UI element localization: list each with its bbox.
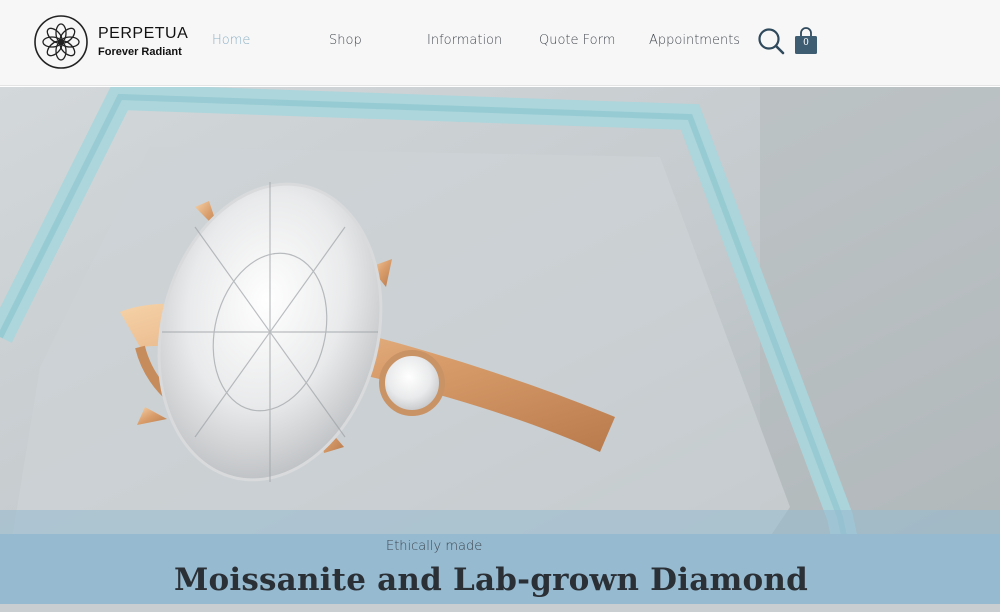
nav-information[interactable]: Information bbox=[427, 30, 502, 52]
caption-band-bottom bbox=[0, 604, 1000, 612]
hero-headline: Moissanite and Lab-grown Diamond bbox=[174, 562, 808, 598]
logo-flower-icon bbox=[34, 15, 88, 69]
site-header: PERPETUA Forever Radiant Home Shop Infor… bbox=[0, 0, 1000, 86]
brand-tagline: Forever Radiant bbox=[98, 46, 182, 58]
cart-button[interactable]: 0 bbox=[794, 27, 818, 55]
logo[interactable]: PERPETUA Forever Radiant bbox=[32, 12, 192, 72]
nav-appointments[interactable]: Appointments bbox=[649, 30, 740, 52]
hero-kicker: Ethically made bbox=[386, 539, 483, 554]
search-button[interactable] bbox=[757, 27, 785, 55]
nav-home[interactable]: Home bbox=[212, 30, 250, 52]
search-icon bbox=[758, 28, 785, 55]
nav-quote-form[interactable]: Quote Form bbox=[539, 30, 615, 52]
brand-name: PERPETUA bbox=[98, 25, 189, 42]
nav-shop[interactable]: Shop bbox=[329, 30, 362, 52]
cart-count: 0 bbox=[803, 38, 809, 48]
caption-band-fade bbox=[0, 510, 1000, 534]
